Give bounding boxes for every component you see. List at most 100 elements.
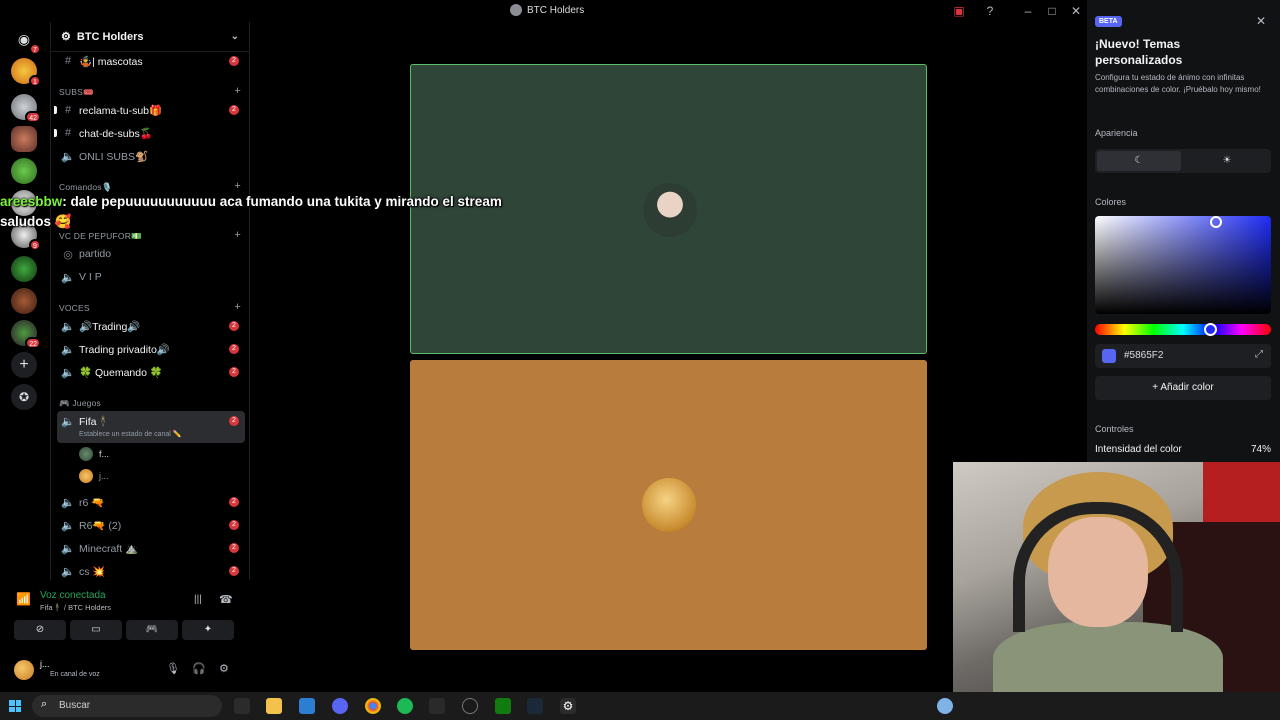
- weather-icon[interactable]: [937, 698, 953, 714]
- voice-channel-path[interactable]: Fifa🕴️ / BTC Holders: [40, 603, 111, 612]
- category-subs[interactable]: SUBS🎟️ +: [59, 85, 245, 98]
- hash-icon: #: [64, 127, 72, 139]
- channel-label: cs 💥: [79, 565, 106, 578]
- moon-icon[interactable]: ☾: [1097, 151, 1181, 171]
- speaker-icon: 🔈: [61, 542, 75, 555]
- category-label: 🎮 Juegos: [59, 398, 101, 408]
- unread-indicator: [54, 106, 57, 114]
- channel-vip[interactable]: 🔈 V I P: [57, 267, 245, 287]
- hue-slider-handle[interactable]: [1204, 323, 1217, 336]
- channel-label: reclama-tu-sub🎁: [79, 104, 163, 117]
- store-icon[interactable]: [299, 698, 315, 714]
- channel-r6[interactable]: 🔈 r6 🔫 2: [57, 492, 245, 512]
- channel-status[interactable]: Establece un estado de canal ✏️: [79, 430, 182, 438]
- window-title-text: BTC Holders: [527, 4, 585, 16]
- voice-connected-label[interactable]: Voz conectada: [40, 590, 106, 601]
- xbox-icon[interactable]: [495, 698, 511, 714]
- channel-label: R6🔫 (2): [79, 519, 122, 532]
- channel-reclama-tu-sub[interactable]: # reclama-tu-sub🎁 2: [54, 100, 245, 120]
- discover-icon[interactable]: ✪: [11, 384, 37, 410]
- server-icon-9[interactable]: 22: [11, 320, 41, 349]
- eyedropper-icon[interactable]: ⤢: [1255, 349, 1263, 360]
- close-icon[interactable]: ✕: [1256, 14, 1266, 28]
- channel-r6-2[interactable]: 🔈 R6🔫 (2) 2: [57, 515, 245, 535]
- maximize-icon[interactable]: □: [1045, 4, 1059, 18]
- task-view-icon[interactable]: [234, 698, 250, 714]
- activities-button[interactable]: 🎮: [126, 620, 178, 640]
- channel-mascotas[interactable]: # 🤹| mascotas 2: [57, 51, 245, 71]
- speaker-icon: 🔈: [61, 519, 75, 532]
- epic-games-icon[interactable]: [429, 698, 445, 714]
- theme-heading: ¡Nuevo! Temas personalizados: [1095, 37, 1183, 67]
- channel-cs[interactable]: 🔈 cs 💥 2: [57, 561, 245, 581]
- stage-icon: ◎: [63, 248, 73, 261]
- intensity-row: Intensidad del color 74%: [1095, 444, 1271, 455]
- speaker-icon: 🔈: [61, 271, 75, 284]
- signal-icon[interactable]: 📶: [16, 592, 31, 606]
- channel-onli-subs[interactable]: 🔈 ONLI SUBS🐒: [57, 146, 245, 166]
- channel-fifa[interactable]: 🔈 Fifa🕴️ Establece un estado de canal ✏️…: [57, 411, 245, 443]
- hex-value[interactable]: #5865F2: [1124, 350, 1163, 361]
- server-icon-8[interactable]: [11, 288, 37, 314]
- windows-start-icon[interactable]: [9, 700, 21, 712]
- gear-icon[interactable]: ⚙: [219, 662, 229, 675]
- help-icon[interactable]: ?: [983, 4, 997, 18]
- channel-partido[interactable]: ◎ partido: [57, 244, 245, 264]
- obs-icon[interactable]: [462, 698, 478, 714]
- theme-panel: BETA ✕ ¡Nuevo! Temas personalizados Conf…: [1087, 0, 1280, 462]
- discord-taskbar-icon[interactable]: [332, 698, 348, 714]
- headphones-icon[interactable]: 🎧: [192, 662, 206, 675]
- category-vc-pepufor[interactable]: VC DE PEPUFOR💵 +: [59, 229, 245, 242]
- channel-trading-privadito[interactable]: 🔈 Trading privadito🔊 2: [57, 339, 245, 359]
- channel-minecraft[interactable]: 🔈 Minecraft ⛰️ 2: [57, 538, 245, 558]
- add-channel-icon[interactable]: +: [234, 180, 241, 192]
- microphone-icon[interactable]: 🎙: [166, 662, 180, 675]
- channel-chat-de-subs[interactable]: # chat-de-subs🍒: [54, 123, 245, 143]
- mention-badge: 2: [229, 344, 239, 354]
- voice-tile-2[interactable]: [410, 360, 927, 650]
- server-icon-btc-holders[interactable]: 42: [11, 94, 41, 123]
- soundboard-button[interactable]: ✦: [182, 620, 234, 640]
- category-juegos[interactable]: 🎮 Juegos: [59, 398, 245, 409]
- speaker-icon: 🔈: [61, 343, 75, 356]
- chrome-icon[interactable]: [365, 698, 381, 714]
- server-icon-3[interactable]: [11, 126, 37, 152]
- noise-suppression-icon[interactable]: |||: [194, 594, 202, 605]
- hue-slider[interactable]: [1095, 323, 1271, 336]
- voice-user-2[interactable]: j...: [79, 469, 109, 483]
- server-header[interactable]: ⚙ BTC Holders ⌄: [51, 22, 249, 52]
- discord-home-icon[interactable]: ◉ 7: [11, 26, 41, 55]
- steam-icon[interactable]: [527, 698, 543, 714]
- close-icon[interactable]: ✕: [1069, 4, 1083, 18]
- hex-input[interactable]: #5865F2 ⤢: [1095, 344, 1271, 368]
- server-icon-1[interactable]: 1: [11, 58, 41, 87]
- share-screen-button[interactable]: ▭: [70, 620, 122, 640]
- taskbar-search[interactable]: ⌕ Buscar: [32, 695, 222, 717]
- color-picker-area[interactable]: [1095, 216, 1271, 314]
- user-name[interactable]: j...: [40, 659, 50, 669]
- avatar[interactable]: [14, 660, 34, 680]
- add-channel-icon[interactable]: +: [234, 301, 241, 313]
- category-voces[interactable]: VOCES +: [59, 301, 245, 313]
- add-channel-icon[interactable]: +: [234, 229, 241, 241]
- add-color-button[interactable]: + Añadir color: [1095, 376, 1271, 400]
- settings-icon[interactable]: ⚙: [560, 698, 576, 714]
- camera-off-button[interactable]: ⊘: [14, 620, 66, 640]
- add-server-icon[interactable]: +: [11, 352, 37, 378]
- add-channel-icon[interactable]: +: [234, 85, 241, 97]
- minimize-icon[interactable]: –: [1021, 4, 1035, 18]
- channel-trading[interactable]: 🔈 🔊Trading🔊 2: [57, 316, 245, 336]
- server-badge: 42: [25, 111, 41, 123]
- voice-user-1[interactable]: f...: [79, 447, 109, 461]
- channel-label: r6 🔫: [79, 496, 105, 509]
- sun-icon[interactable]: ☀: [1185, 151, 1269, 171]
- file-explorer-icon[interactable]: [266, 698, 282, 714]
- server-icon-pepe[interactable]: [11, 158, 37, 184]
- color-picker-handle[interactable]: [1210, 216, 1222, 228]
- disconnect-icon[interactable]: ☎: [219, 593, 233, 606]
- channel-quemando[interactable]: 🔈 🍀 Quemando 🍀 2: [57, 362, 245, 382]
- screen-share-icon[interactable]: ▣: [952, 4, 966, 18]
- spotify-icon[interactable]: [397, 698, 413, 714]
- category-comandos[interactable]: Comandos🎙️ +: [59, 180, 245, 193]
- server-icon-leaf[interactable]: [11, 256, 37, 282]
